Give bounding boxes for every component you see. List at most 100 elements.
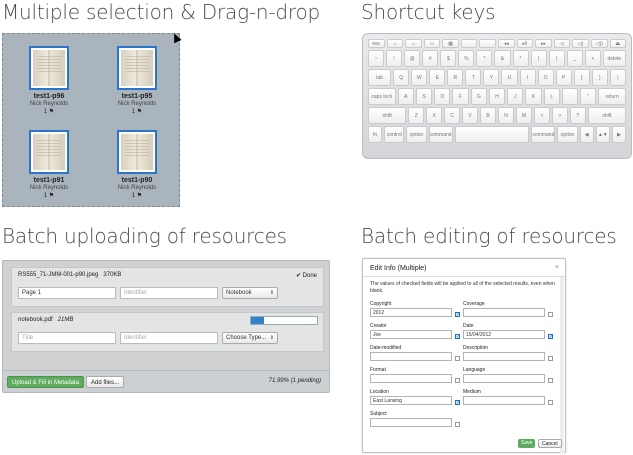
field-input[interactable]: [370, 418, 452, 427]
field-input[interactable]: [463, 352, 545, 361]
keyboard-key: :: [561, 88, 579, 105]
identifier-field[interactable]: Identifier: [120, 332, 218, 344]
keyboard-key: ▭: [423, 39, 441, 48]
apply-checkbox[interactable]: ✓: [455, 334, 460, 340]
keyboard-qwerty-row: tab Q W E R T Y U I O P{} |: [368, 69, 626, 86]
field-label: Medium: [463, 389, 481, 395]
file-size: 370KB: [103, 272, 122, 278]
keyboard-key: M: [515, 107, 532, 124]
resource-item[interactable]: test1-p90 Nick Reynolds 1 ⚑: [101, 130, 173, 210]
field-label: Language: [463, 367, 486, 373]
keyboard-key: P: [555, 69, 572, 86]
keyboard-key: V: [462, 107, 479, 124]
cancel-button[interactable]: Cancel: [538, 439, 562, 448]
add-files-button[interactable]: Add files...: [86, 376, 125, 388]
field-label: Copyright: [370, 301, 392, 307]
keyboard-key: ?: [569, 107, 586, 124]
apply-checkbox[interactable]: ✓: [455, 312, 460, 318]
keyboard-key: [479, 39, 497, 48]
keyboard-key: option: [406, 126, 427, 143]
keyboard-key: (: [530, 50, 547, 67]
keyboard-key: X: [426, 107, 443, 124]
apply-checkbox[interactable]: [455, 378, 460, 383]
apply-checkbox[interactable]: [548, 356, 553, 361]
keyboard-key: *: [512, 50, 529, 67]
keyboard: esc ☼ ☼ ▭ ▦ ◂◂ ▸ll ▸▸ ◁ ◁) ◁)) ⏏ ~! @ # $% ^ & *() _ + delet…: [362, 33, 632, 159]
field-input[interactable]: 15/04/2012: [463, 330, 545, 339]
apply-checkbox[interactable]: [548, 400, 553, 405]
keyboard-key: @: [404, 50, 421, 67]
upload-file-row: RS555_71-JMM-001-p90.jpeg 370KB ✔ Done P…: [11, 267, 324, 307]
keyboard-bottom-row: fn control option command command option ◀ ▲▼ ▶: [368, 126, 626, 143]
select-arrows-icon: ⇕: [269, 290, 274, 296]
keyboard-key: option: [557, 126, 578, 143]
resource-owner: Nick Reynolds: [117, 101, 157, 107]
keyboard-key: D: [434, 88, 451, 105]
keyboard-key: ☼: [405, 39, 422, 48]
title-field[interactable]: Title: [18, 332, 116, 344]
title-field[interactable]: Page 1: [18, 287, 116, 299]
heading-multiple-selection: Multiple selection & Drag-n-drop: [2, 0, 321, 24]
keyboard-key: #: [422, 50, 439, 67]
field-input[interactable]: [370, 374, 452, 383]
keyboard-key: ⏏: [609, 39, 627, 48]
dialog-scrollbar[interactable]: [560, 277, 564, 453]
field-label: Location: [370, 389, 389, 395]
edit-info-dialog: Edit Info (Multiple) × The values of che…: [362, 258, 566, 453]
keyboard-key: S: [415, 88, 433, 105]
keyboard-key: fn: [368, 126, 383, 143]
keyboard-key: [454, 126, 530, 143]
upload-progress-fill: [251, 317, 264, 324]
apply-checkbox[interactable]: [548, 378, 553, 383]
resource-thumbnail[interactable]: [29, 46, 69, 90]
apply-checkbox[interactable]: [548, 312, 553, 317]
selection-area[interactable]: test1-p96 Nick Reynolds 1 ⚑ test1-p95 Ni…: [2, 33, 180, 207]
type-select[interactable]: Choose Type... ⇕: [222, 332, 278, 344]
keyboard-key: shift: [587, 107, 627, 124]
keyboard-key: W: [411, 69, 428, 86]
resource-title: test1-p91: [33, 177, 65, 184]
close-icon[interactable]: ×: [555, 264, 559, 271]
field-input[interactable]: [463, 308, 545, 317]
apply-checkbox[interactable]: [455, 422, 460, 427]
resource-item[interactable]: test1-p96 Nick Reynolds 1 ⚑: [13, 46, 85, 126]
heading-shortcut-keys: Shortcut keys: [361, 0, 496, 24]
keyboard-key: %: [458, 50, 475, 67]
keyboard-function-row: esc ☼ ☼ ▭ ▦ ◂◂ ▸ll ▸▸ ◁ ◁) ◁)) ⏏: [368, 39, 627, 48]
field-label: Date-modified: [370, 345, 402, 351]
field-label: Date: [463, 323, 474, 329]
resource-owner: Nick Reynolds: [117, 185, 157, 191]
field-input[interactable]: Joe: [370, 330, 452, 339]
keyboard-key: caps lock: [368, 88, 396, 105]
type-select[interactable]: Notebook ⇕: [222, 287, 278, 299]
apply-checkbox[interactable]: ✓: [548, 334, 553, 340]
keyboard-key: !: [386, 50, 403, 67]
keyboard-key: C: [444, 107, 461, 124]
field-input[interactable]: East Lansing: [370, 396, 452, 405]
keyboard-key: ~: [368, 50, 385, 67]
field-input[interactable]: [463, 374, 545, 383]
field-input[interactable]: [370, 352, 452, 361]
resource-thumbnail[interactable]: [117, 46, 157, 90]
keyboard-number-row: ~! @ # $% ^ & *() _ + delete: [368, 50, 626, 67]
upload-fill-metadata-button[interactable]: Upload & Fill in Metadata: [7, 376, 85, 388]
file-size: 21MB: [57, 317, 74, 323]
keyboard-key: [460, 39, 478, 48]
field-input[interactable]: [463, 396, 545, 405]
resource-thumbnail[interactable]: [117, 130, 157, 174]
apply-checkbox[interactable]: ✓: [455, 400, 460, 406]
resource-item[interactable]: test1-p95 Nick Reynolds 1 ⚑: [101, 46, 173, 126]
keyboard-key: &: [494, 50, 511, 67]
keyboard-key: H: [488, 88, 506, 105]
keyboard-key: >: [551, 107, 568, 124]
resource-item[interactable]: test1-p91 Nick Reynolds 1 ⚑: [13, 130, 85, 210]
field-input[interactable]: 2012: [370, 308, 452, 317]
resource-thumbnail[interactable]: [29, 130, 69, 174]
keyboard-key: Y: [483, 69, 500, 86]
save-button[interactable]: Save: [518, 439, 536, 448]
apply-checkbox[interactable]: [455, 356, 460, 361]
identifier-field[interactable]: Identifier: [120, 287, 218, 299]
keyboard-key: Z: [408, 107, 425, 124]
keyboard-shift-row: shift Z X C V B N M < >? shift: [368, 107, 627, 124]
keyboard-key: ▸ll: [516, 39, 534, 48]
